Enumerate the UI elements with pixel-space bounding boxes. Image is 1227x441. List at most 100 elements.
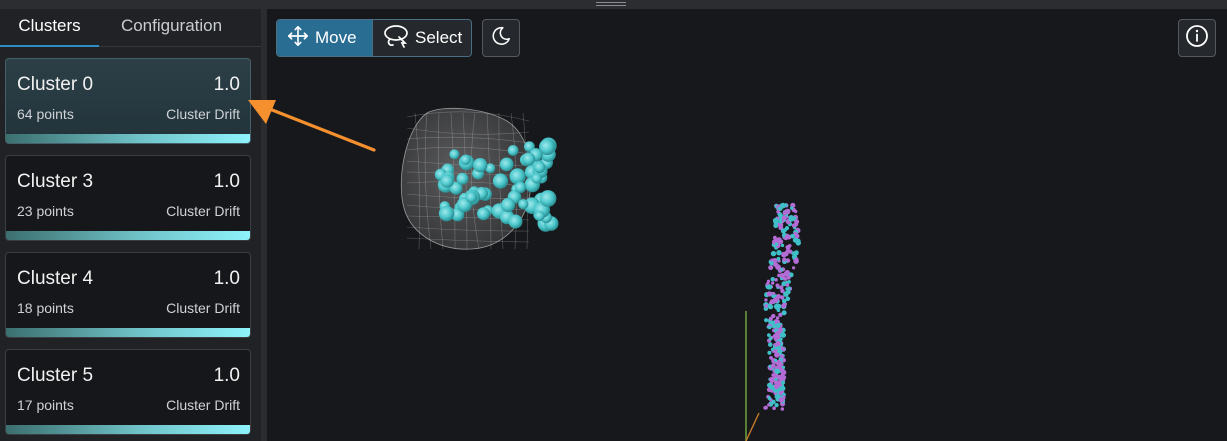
cluster-point: [456, 172, 469, 185]
drift-point: [771, 399, 776, 405]
drift-point: [767, 350, 772, 355]
panel-tabs: Clusters Configuration: [0, 9, 261, 47]
cluster-card[interactable]: Cluster 0 1.0 64 points Cluster Drift: [5, 58, 251, 144]
panel-resize-strip[interactable]: [0, 0, 1227, 9]
drift-point: [767, 325, 772, 330]
select-button[interactable]: Select: [372, 20, 471, 56]
drift-point: [775, 340, 781, 347]
drift-point: [768, 265, 774, 271]
drift-point: [780, 243, 785, 248]
cluster-card[interactable]: Cluster 4 1.0 18 points Cluster Drift: [5, 252, 251, 338]
drift-point: [776, 308, 781, 313]
drift-point: [778, 397, 785, 403]
drift-point: [779, 354, 784, 359]
cluster-point: [477, 207, 490, 221]
drift-point: [780, 407, 785, 411]
drift-point: [779, 386, 784, 391]
drift-point: [780, 372, 785, 377]
drift-point: [764, 298, 768, 302]
drift-point: [770, 250, 777, 257]
drift-point: [774, 352, 780, 358]
drift-point: [775, 334, 781, 340]
drift-point: [769, 261, 774, 266]
drift-point: [788, 249, 793, 254]
drift-point: [775, 346, 779, 350]
drift-point: [771, 281, 775, 285]
cluster-point: [539, 190, 557, 207]
cluster-point: [499, 157, 514, 172]
drift-point: [787, 286, 792, 291]
tab-configuration[interactable]: Configuration: [99, 9, 244, 47]
cluster-point-count: 23 points: [17, 203, 74, 219]
drift-point: [781, 380, 786, 385]
drift-bar: [6, 328, 250, 337]
cluster-point: [438, 205, 455, 222]
drift-point: [770, 377, 774, 382]
cluster-type: Cluster Drift: [166, 106, 240, 122]
cluster-card[interactable]: Cluster 5 1.0 17 points Cluster Drift: [5, 349, 251, 435]
drift-point: [771, 363, 776, 369]
drift-point: [767, 396, 772, 401]
drift-point: [780, 228, 786, 234]
app-root: Clusters Configuration Cluster 0 1.0 64 …: [0, 0, 1227, 441]
drift-point: [784, 236, 788, 241]
cluster-point: [522, 152, 536, 166]
drift-bar: [6, 425, 250, 434]
drift-point: [785, 283, 790, 287]
drift-point: [776, 303, 782, 309]
drift-point: [781, 215, 787, 221]
cluster-card[interactable]: Cluster 3 1.0 23 points Cluster Drift: [5, 155, 251, 241]
drift-point: [781, 347, 786, 352]
cluster-name: Cluster 4: [17, 268, 94, 289]
info-icon: [1185, 24, 1209, 53]
cluster-point-count: 64 points: [17, 106, 74, 122]
cluster-drift-value: 1.0: [213, 171, 240, 192]
cluster-point: [507, 145, 519, 156]
move-arrows-icon: [287, 25, 309, 52]
move-button[interactable]: Move: [277, 20, 372, 56]
cluster-point: [465, 191, 477, 203]
drift-point: [772, 406, 776, 411]
drift-point: [775, 322, 781, 329]
cluster-point: [492, 173, 509, 189]
drift-point: [792, 266, 796, 270]
drift-point: [778, 391, 783, 395]
drift-point: [768, 336, 773, 341]
drift-point: [773, 383, 780, 389]
drift-point: [774, 278, 778, 282]
drift-point: [782, 257, 787, 262]
drift-point: [779, 272, 786, 279]
drift-point: [776, 256, 781, 261]
theme-toggle-button[interactable]: [482, 19, 520, 57]
drift-point: [783, 203, 788, 208]
drift-point: [774, 368, 781, 374]
drift-point: [784, 269, 790, 276]
tab-clusters[interactable]: Clusters: [0, 9, 99, 47]
point-cloud-scene[interactable]: [267, 9, 1227, 441]
cluster-point-count: 18 points: [17, 300, 74, 316]
cluster-type: Cluster Drift: [166, 397, 240, 413]
drift-point: [790, 206, 794, 210]
cluster-point: [449, 149, 460, 160]
cluster-drift-value: 1.0: [213, 268, 240, 289]
drift-point: [766, 291, 772, 297]
drift-point: [790, 233, 795, 239]
drift-point: [783, 251, 789, 257]
drift-point: [785, 245, 790, 250]
info-button[interactable]: [1178, 19, 1216, 57]
drag-handle-icon[interactable]: [596, 2, 626, 7]
drift-point: [781, 281, 787, 287]
lasso-icon: [383, 24, 409, 53]
drift-point: [768, 316, 773, 321]
cluster-drift-value: 1.0: [213, 74, 240, 95]
drift-point: [775, 316, 780, 320]
drift-point-column: [763, 202, 801, 411]
drift-point: [770, 347, 774, 351]
cluster-drift-value: 1.0: [213, 365, 240, 386]
drift-point: [767, 382, 772, 388]
3d-viewport[interactable]: Move Select: [267, 9, 1227, 441]
drift-point: [771, 294, 776, 299]
drift-point: [786, 275, 791, 280]
drift-point: [767, 303, 773, 309]
drift-point: [778, 219, 783, 224]
